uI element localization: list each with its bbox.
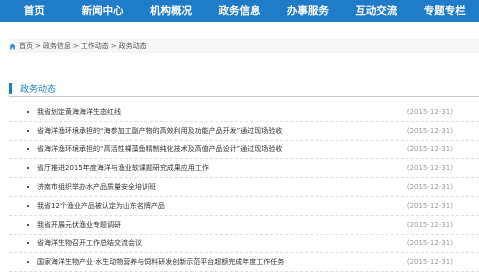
nav-government-info[interactable]: 政务信息 <box>205 0 273 22</box>
breadcrumb-home[interactable]: 首页 <box>19 41 33 51</box>
nav-interaction[interactable]: 互动交流 <box>342 0 410 22</box>
bullet-icon <box>27 148 29 151</box>
news-date: (2015-12-31) <box>406 107 453 116</box>
news-link[interactable]: 省海洋渔环境承担的“海参加工副产物的高效利用及功能产品开发”通过现场验收 <box>37 126 282 136</box>
news-link[interactable]: 我省12个渔业产品被认定为山东名牌产品 <box>37 201 165 211</box>
list-item: 济南市组织举办水产品质量安全培训班 (2015-12-31) <box>9 178 479 197</box>
bullet-icon <box>27 242 29 245</box>
section-title: 政务动态 <box>20 84 57 95</box>
news-link[interactable]: 我省划定黄海海洋生态红线 <box>37 107 121 117</box>
list-item: 省海洋渔环境承担的“海参加工副产物的高效利用及功能产品开发”通过现场验收 (20… <box>9 122 479 141</box>
news-link[interactable]: 济南市组织举办水产品质量安全培训班 <box>37 182 156 192</box>
section-accent-bar <box>9 82 12 94</box>
list-item: 国家海洋生物产业·水生动物营养与饲料研发创新示范平台超额完成年度工作任务 (20… <box>9 253 479 272</box>
list-item: 我省划定黄海海洋生态红线 (2015-12-31) <box>9 103 479 122</box>
breadcrumb: 首页 > 政务信息 > 工作动态 > 政务动态 <box>9 39 479 53</box>
list-item: 我省12个渔业产品被认定为山东名牌产品 (2015-12-31) <box>9 197 479 216</box>
news-link[interactable]: 省海洋渔环境承担的“高活性裸藻鱼精制纯化技术及高值产品设计”通过现场验收 <box>37 144 282 154</box>
bullet-icon <box>27 110 29 113</box>
news-date: (2015-12-31) <box>406 126 453 135</box>
news-date: (2015-12-31) <box>406 145 453 154</box>
list-item: 我省开展元伏渔业专题调研 (2015-12-31) <box>9 216 479 235</box>
nav-special-topics[interactable]: 专题专栏 <box>411 0 479 22</box>
news-link[interactable]: 省厅推进2015年度海洋与渔业软课题研究成果应用工作 <box>37 163 209 173</box>
news-date: (2015-12-31) <box>406 164 453 173</box>
nav-organization[interactable]: 机构概况 <box>137 0 205 22</box>
news-date: (2015-12-31) <box>406 201 453 210</box>
news-link[interactable]: 国家海洋生物产业·水生动物营养与饲料研发创新示范平台超额完成年度工作任务 <box>37 257 284 267</box>
nav-services[interactable]: 办事服务 <box>274 0 342 22</box>
news-link[interactable]: 省海洋生物召开工作总结交流会议 <box>37 238 142 248</box>
nav-home[interactable]: 首页 <box>0 0 68 22</box>
bullet-icon <box>27 223 29 226</box>
list-item: 省海洋生物召开工作总结交流会议 (2015-12-31) <box>9 235 479 254</box>
bullet-icon <box>27 129 29 132</box>
breadcrumb-work-updates[interactable]: 工作动态 <box>81 41 109 51</box>
breadcrumb-separator: > <box>72 42 79 50</box>
news-date: (2015-12-31) <box>406 220 453 229</box>
home-icon[interactable] <box>9 43 16 50</box>
news-list: 我省划定黄海海洋生态红线 (2015-12-31) 省海洋渔环境承担的“海参加工… <box>9 103 479 272</box>
bullet-icon <box>27 167 29 170</box>
breadcrumb-current: 政务动态 <box>118 42 147 50</box>
breadcrumb-separator: > <box>35 42 41 50</box>
section-header: 政务动态 <box>9 80 479 97</box>
bullet-icon <box>27 261 29 264</box>
news-date: (2015-12-31) <box>406 183 453 192</box>
breadcrumb-government-info[interactable]: 政务信息 <box>43 41 71 51</box>
bullet-icon <box>27 204 29 207</box>
top-navigation-bar: 首页 新闻中心 机构概况 政务信息 办事服务 互动交流 专题专栏 <box>0 0 479 22</box>
list-item: 省厅推进2015年度海洋与渔业软课题研究成果应用工作 (2015-12-31) <box>9 159 479 179</box>
news-link[interactable]: 我省开展元伏渔业专题调研 <box>37 220 121 230</box>
list-item: 省海洋渔环境承担的“高活性裸藻鱼精制纯化技术及高值产品设计”通过现场验收 (20… <box>9 141 479 160</box>
news-date: (2015-12-31) <box>406 239 453 248</box>
breadcrumb-separator: > <box>110 42 117 50</box>
nav-news-center[interactable]: 新闻中心 <box>68 0 136 22</box>
bullet-icon <box>27 186 29 189</box>
news-date: (2015-12-31) <box>406 258 453 267</box>
